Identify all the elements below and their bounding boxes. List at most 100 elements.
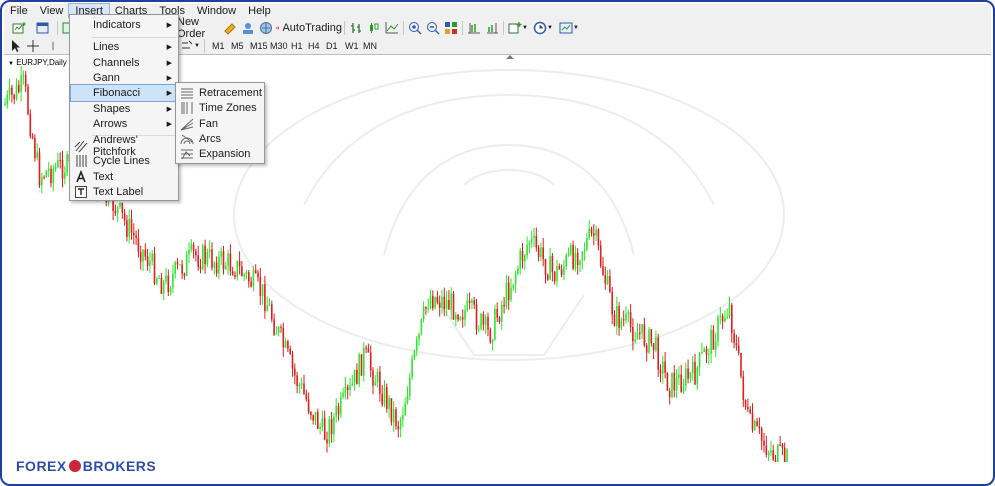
menu-view[interactable]: View [34,4,70,18]
clock-icon [533,21,547,35]
candle-body [438,302,441,308]
timeframe-w1[interactable]: W1 [342,39,362,53]
new-order-button[interactable]: New Order [177,16,219,40]
text-label-icon [75,186,87,198]
candle-body [392,409,395,423]
menu-item-arcs[interactable]: Arcs [177,131,263,147]
candle-body [52,169,55,183]
autotrading-button[interactable]: AutoTrading [276,20,342,36]
menu-item-cycle-lines[interactable]: Cycle Lines [71,153,177,169]
candle-body [595,229,597,236]
indicators-button[interactable]: ▼ [507,20,529,36]
candle-body [703,348,705,353]
candle-body [319,427,321,429]
chart-shift-button[interactable] [466,20,482,36]
fibo-time-zones-icon [181,102,193,114]
candle-body [137,237,140,253]
candle-body [657,337,659,370]
candle-body [754,420,756,430]
candle-body [236,261,239,277]
candle-body [29,113,32,137]
candle-body [227,253,229,267]
candle-body [54,166,57,170]
zoom-in-button[interactable] [407,20,423,36]
timeframe-m1[interactable]: M1 [209,39,228,53]
candle-body [645,345,648,353]
line-tools-dropdown[interactable]: ▼ [180,38,200,54]
vertical-line-button[interactable] [48,38,58,54]
menu-item-fan[interactable]: Fan [177,116,263,132]
menu-item-text[interactable]: Text [71,169,177,185]
cursor-button[interactable] [8,38,22,54]
candle-body [779,444,781,446]
candle-body [268,304,271,306]
autoscroll-button[interactable] [484,20,500,36]
candle-body [733,333,735,343]
menu-item-text-label[interactable]: Text Label [71,184,177,200]
metaeditor-button[interactable] [222,20,238,36]
new-chart-button[interactable] [8,20,30,36]
menu-item-fibonacci[interactable]: Fibonacci ▶ [70,84,178,102]
candle-body [689,372,692,379]
periods-button[interactable]: ▼ [532,20,554,36]
menu-file[interactable]: File [4,4,34,18]
candle-body [521,250,524,262]
candle-body [167,275,170,293]
menu-item-andrews-pitchfork[interactable]: Andrews' Pitchfork [71,134,177,158]
timeframe-mn[interactable]: MN [360,39,380,53]
signals-button[interactable] [240,20,256,36]
candle-body [135,235,137,238]
candle-body [698,352,701,368]
menu-item-time-zones[interactable]: Time Zones [177,100,263,116]
tile-windows-button[interactable] [443,20,459,36]
menu-item-indicators[interactable]: Indicators ▶ [71,17,177,33]
candle-body [694,361,696,385]
candle-body [169,287,172,293]
candle-body [45,170,48,178]
candle-body [333,416,335,435]
crosshair-button[interactable] [26,38,40,54]
candle-body [349,385,351,391]
bar-chart-button[interactable] [348,20,364,36]
candle-body [374,382,377,386]
menu-item-channels[interactable]: Channels ▶ [71,55,177,71]
candle-body [66,154,68,173]
profiles-button[interactable] [32,20,54,36]
market-button[interactable] [258,20,274,36]
candle-body [243,274,245,277]
candle-body [549,255,551,280]
candle-body [579,260,581,265]
candle-body [61,160,64,179]
crosshair-icon [27,40,39,52]
candle-body [245,272,248,275]
menu-item-retracement[interactable]: Retracement [177,85,263,101]
menu-help[interactable]: Help [242,4,277,18]
timeframe-h4[interactable]: H4 [305,39,323,53]
candle-body [540,247,542,257]
candle-body [639,332,641,334]
candle-body [220,251,222,257]
templates-button[interactable]: ▼ [558,20,580,36]
candle-body [4,103,6,105]
timeframe-h1[interactable]: H1 [288,39,306,53]
menu-item-shapes[interactable]: Shapes ▶ [71,101,177,117]
menu-item-lines[interactable]: Lines ▶ [71,39,177,55]
candle-body [468,300,471,303]
line-chart-button[interactable] [384,20,400,36]
fibo-retracement-icon [181,88,193,99]
candle-body [222,251,225,270]
zoom-out-button[interactable] [425,20,441,36]
menu-item-gann[interactable]: Gann ▶ [71,70,177,86]
candle-body [459,317,462,320]
candle-body [581,251,584,261]
menu-item-arrows[interactable]: Arrows ▶ [71,116,177,132]
timeframe-d1[interactable]: D1 [323,39,341,53]
timeframe-m30[interactable]: M30 [267,39,291,53]
candle-body [303,383,305,394]
candle-body [291,354,294,369]
candlestick-button[interactable] [366,20,382,36]
candle-body [691,361,694,373]
menu-item-expansion[interactable]: Expansion [177,146,263,162]
timeframe-m5[interactable]: M5 [228,39,247,53]
candle-body [652,343,655,351]
